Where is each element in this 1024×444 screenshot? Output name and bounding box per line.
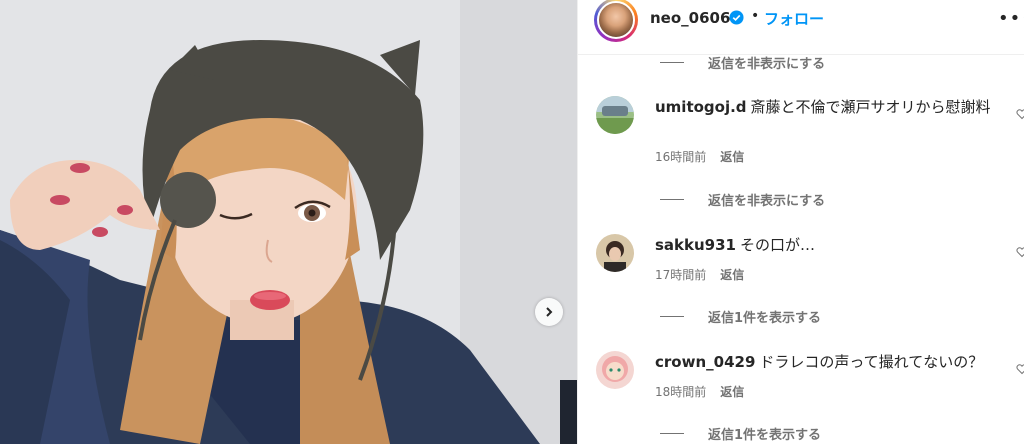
hide-replies-toggle[interactable]: 返信を非表示にする xyxy=(660,53,825,72)
author-avatar[interactable] xyxy=(594,0,638,42)
follow-button[interactable]: フォロー xyxy=(764,8,824,29)
reply-line xyxy=(660,62,684,63)
chevron-right-icon xyxy=(546,307,553,317)
reply-button[interactable]: 返信 xyxy=(720,266,744,283)
comment-meta: 18時間前 返信 xyxy=(655,383,744,400)
heart-icon[interactable] xyxy=(1016,246,1024,258)
avatar-image xyxy=(596,96,634,134)
show-replies-toggle[interactable]: 返信1件を表示する xyxy=(660,424,821,443)
portrait-illustration xyxy=(0,0,577,444)
next-photo-button[interactable] xyxy=(535,298,563,326)
post-photo[interactable] xyxy=(0,0,577,444)
author-username[interactable]: neo_0606 xyxy=(650,9,730,27)
commenter-username[interactable]: umitogoj.d xyxy=(655,98,747,116)
hide-replies-toggle[interactable]: 返信を非表示にする xyxy=(660,190,825,209)
comment-body: sakku931 その口が… xyxy=(655,235,995,256)
heart-icon[interactable] xyxy=(1016,363,1024,375)
show-replies-toggle[interactable]: 返信1件を表示する xyxy=(660,307,821,326)
hide-replies-label: 返信を非表示にする xyxy=(708,57,826,72)
comment-text: ドラレコの声って撮れてないの？ xyxy=(759,353,984,371)
comment-meta: 17時間前 返信 xyxy=(655,266,744,283)
comment-text: 斎藤と不倫で瀬戸サオリから慰謝料 xyxy=(750,98,991,116)
avatar-image xyxy=(596,351,634,389)
comment-time: 17時間前 xyxy=(655,268,707,282)
comment-text: その口が… xyxy=(740,236,816,254)
comment-body: crown_0429 ドラレコの声って撮れてないの？ xyxy=(655,352,995,373)
comment-body: umitogoj.d 斎藤と不倫で瀬戸サオリから慰謝料 xyxy=(655,97,995,118)
commenter-username[interactable]: crown_0429 xyxy=(655,353,755,371)
reply-line xyxy=(660,199,684,200)
comment-time: 16時間前 xyxy=(655,150,707,164)
reply-line xyxy=(660,316,684,317)
reply-button[interactable]: 返信 xyxy=(720,383,744,400)
comment-time: 18時間前 xyxy=(655,385,707,399)
reply-line xyxy=(660,433,684,434)
avatar-image xyxy=(596,234,634,272)
commenter-username[interactable]: sakku931 xyxy=(655,236,736,254)
header-separator: • xyxy=(751,8,760,24)
commenter-avatar[interactable] xyxy=(596,234,634,272)
commenter-avatar[interactable] xyxy=(596,96,634,134)
hide-replies-label: 返信を非表示にする xyxy=(708,194,826,209)
comment-item: umitogoj.d 斎藤と不倫で瀬戸サオリから慰謝料 16時間前 返信 xyxy=(596,96,1024,176)
more-options-icon[interactable]: ••• xyxy=(998,8,1024,29)
reply-button[interactable]: 返信 xyxy=(720,148,744,165)
show-replies-label: 返信1件を表示する xyxy=(708,311,822,326)
commenter-avatar[interactable] xyxy=(596,351,634,389)
post-header: neo_0606 • フォロー ••• xyxy=(578,0,1024,55)
comments-panel: neo_0606 • フォロー ••• 返信を非表示にする umitogoj.d… xyxy=(578,0,1024,444)
comment-item: sakku931 その口が… 17時間前 返信 xyxy=(596,234,1024,294)
comment-meta: 16時間前 返信 xyxy=(655,148,744,165)
heart-icon[interactable] xyxy=(1016,108,1024,120)
adjacent-post-edge xyxy=(560,380,577,444)
verified-badge-icon xyxy=(729,10,744,25)
show-replies-label: 返信1件を表示する xyxy=(708,428,822,443)
comment-item: crown_0429 ドラレコの声って撮れてないの？ 18時間前 返信 xyxy=(596,351,1024,411)
